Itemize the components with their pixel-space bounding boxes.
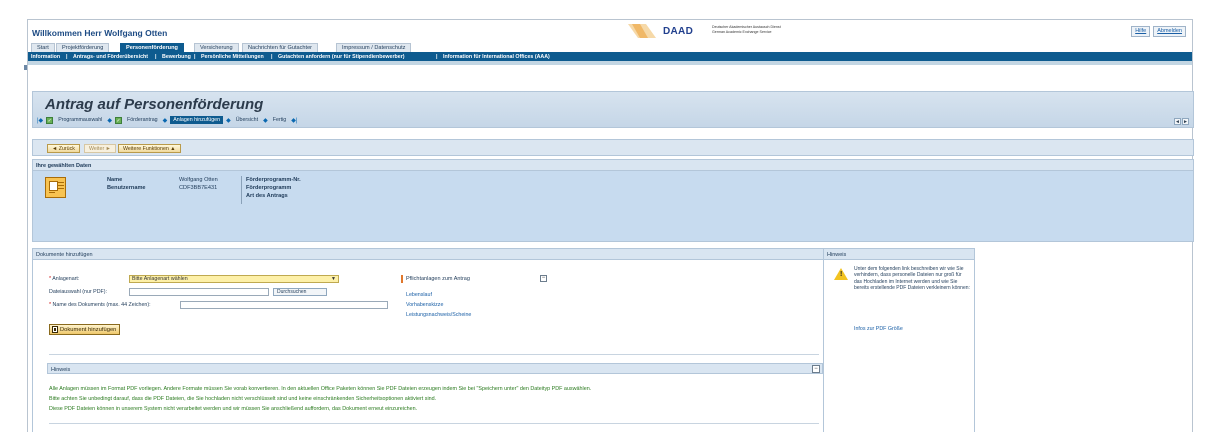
tab-start[interactable]: Start [31,43,55,52]
daad-logo-text: DAAD [663,26,694,37]
check-icon: ✓ [46,116,54,124]
collapse-icon[interactable]: − [540,275,547,282]
subnav-information[interactable]: Information [31,54,60,60]
subnav-separator: | [436,53,438,60]
warning-icon-mark: ! [840,271,843,278]
page-edge-marker [24,65,27,70]
collapse-icon[interactable]: − [812,365,820,373]
more-functions-button[interactable]: Weitere Funktionen ▲ [118,144,181,153]
action-toolbar: ◄ Zurück Weiter ► Weitere Funktionen ▲ [32,139,1194,156]
top-links: Hilfe Abmelden [1131,26,1186,37]
subnav-mitteilungen[interactable]: Persönliche Mitteilungen [201,54,264,60]
page-title-panel: Antrag auf Personenförderung |◆ ✓ Progra… [32,91,1194,128]
add-documents-title: Dokumente hinzufügen [33,249,823,260]
subnav-separator: | [271,53,273,60]
add-document-label: Dokument hinzufügen [60,326,117,333]
tab-impressum[interactable]: Impressum / Datenschutz [336,43,412,52]
roadmap-step-foerderantrag[interactable]: Förderantrag [125,117,160,123]
roadmap-step-anlagen[interactable]: Anlagen hinzufügen [170,116,224,124]
link-lebenslauf[interactable]: Lebenslauf [406,292,432,298]
main-tabs: Start Projektförderung Personenförderung… [28,42,1192,52]
program-label: Förderprogramm [246,185,292,191]
file-path-input[interactable] [129,288,269,296]
divider [49,354,819,355]
roadmap: |◆ ✓ Programmauswahl ◆ ✓ Förderantrag ◆ … [37,115,297,125]
tab-nachrichten-gutachter[interactable]: Nachrichten für Gutachter [242,43,319,52]
hint-line: Alle Anlagen müssen im Format PDF vorlie… [49,386,592,392]
subnav-international-offices[interactable]: Information für International Offices (A… [443,54,550,60]
browse-button[interactable]: Durchsuchen [273,288,327,296]
tab-versicherung[interactable]: Versicherung [194,43,239,52]
roadmap-step-fertig[interactable]: Fertig [271,117,289,123]
pdf-size-link[interactable]: Infos zur PDF Größe [854,326,903,332]
program-number-label: Förderprogramm-Nr. [246,177,301,183]
roadmap-arrow-icon: ◆ [226,117,231,124]
prev-arrow-icon[interactable]: ◄ [1174,118,1181,125]
tab-projektfoerderung[interactable]: Projektförderung [56,43,110,52]
next-button[interactable]: Weiter ► [84,144,116,153]
tab-personenfoerderung[interactable]: Personenförderung [120,43,184,52]
divider [241,176,242,204]
username-label: Benutzername [107,185,146,191]
add-document-button[interactable]: Dokument hinzufügen [49,324,121,335]
daad-logo-icon [628,24,656,38]
roadmap-end-icon: ◆| [291,117,298,124]
file-select-label: Dateiauswahl (nur PDF): [49,289,107,295]
username-value: CDF3BB7E431 [179,185,218,191]
hint-title: Hinweis [51,367,71,373]
add-documents-panel: Dokumente hinzufügen * Anlagenart: Bitte… [32,248,824,432]
page-title: Antrag auf Personenförderung [45,96,264,113]
roadmap-nav: ◄ ► [1174,118,1189,125]
subnav-antragsuebersicht[interactable]: Antrags- und Förderübersicht [73,54,148,60]
name-value: Wolfgang Otten [179,177,218,183]
roadmap-step-uebersicht[interactable]: Übersicht [234,117,260,123]
id-card-icon [45,177,66,198]
subnav-gutachten[interactable]: Gutachten anfordern (nur für Stipendienb… [278,54,405,60]
notice-title: Hinweis [824,249,974,260]
document-name-label: * Name des Dokuments (max. 44 Zeichen): [49,302,151,308]
logout-link[interactable]: Abmelden [1153,26,1186,37]
document-icon [52,326,58,333]
application-type-label: Art des Antrags [246,193,288,199]
hint-box: Hinweis − Alle Anlagen müssen im Format … [47,363,823,425]
subnav-shadow [28,61,1192,65]
attachment-type-label: * Anlagenart: [49,276,80,282]
welcome-text: Willkommen Herr Wolfgang Otten [32,28,168,38]
document-name-input[interactable] [180,301,388,309]
required-attachments-header: Pflichtanlagen zum Antrag − [401,273,547,284]
roadmap-arrow-icon: ◆ [107,117,112,124]
daad-logo-subtitle: Deutscher Akademischer Austausch Dienst … [712,25,781,34]
link-leistungsnachweis[interactable]: Leistungsnachweis/Scheine [406,312,471,318]
subnav-separator: | [155,53,157,60]
attachment-type-value: Bitte Anlagenart wählen [132,276,188,282]
link-vorhabenskizze[interactable]: Vorhabenskizze [406,302,443,308]
help-link[interactable]: Hilfe [1131,26,1151,37]
chevron-down-icon: ▼ [331,276,336,282]
top-bar: Willkommen Herr Wolfgang Otten DAAD Deut… [28,20,1192,42]
subnav-separator: | [194,53,196,60]
sub-navigation: Information | Antrags- und Förderübersic… [28,52,1192,61]
roadmap-arrow-icon: ◆ [162,117,168,124]
back-button[interactable]: ◄ Zurück [47,144,80,153]
selected-data-panel: Ihre gewählten Daten Name Wolfgang Otten… [32,159,1194,242]
notice-panel: Hinweis ! Unter dem folgenden link besch… [823,248,975,432]
next-arrow-icon[interactable]: ► [1182,118,1189,125]
accent-bar [401,274,403,283]
name-label: Name [107,177,123,183]
portal-frame: Willkommen Herr Wolfgang Otten DAAD Deut… [24,19,1194,432]
divider [49,423,819,424]
hint-header: Hinweis − [47,363,823,374]
hint-line: Bitte achten Sie unbedingt darauf, dass … [49,396,437,402]
roadmap-step-programmauswahl[interactable]: Programmauswahl [56,117,104,123]
subnav-separator: | [66,53,68,60]
roadmap-start-icon: |◆ [37,117,44,124]
notice-text: Unter dem folgenden link beschreiben wir… [854,266,970,291]
check-icon: ✓ [114,116,122,124]
hint-line: Diese PDF Dateien können in unserem Syst… [49,406,418,412]
subnav-bewerbung[interactable]: Bewerbung [162,54,191,60]
selected-data-title: Ihre gewählten Daten [33,160,1193,171]
roadmap-arrow-icon: ◆ [263,117,268,124]
attachment-type-select[interactable]: Bitte Anlagenart wählen ▼ [129,275,339,283]
required-attachments-title: Pflichtanlagen zum Antrag [406,275,470,282]
